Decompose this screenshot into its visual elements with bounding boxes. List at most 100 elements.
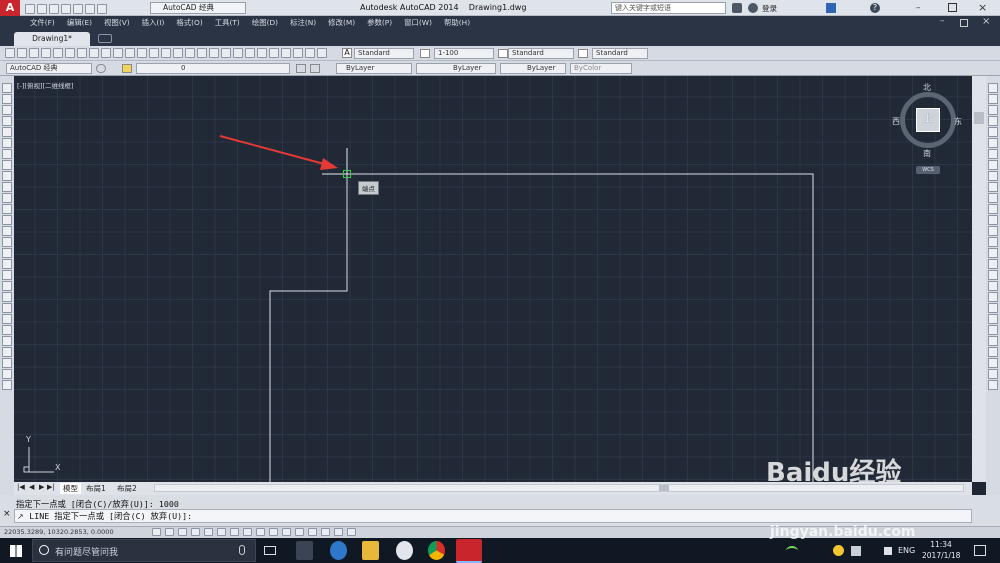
draw-tool-icon[interactable] [2, 270, 12, 280]
maximize-icon[interactable] [948, 3, 957, 12]
draw-tool-icon[interactable] [2, 149, 12, 159]
standard-tool-icon[interactable] [89, 48, 99, 58]
modify-tool-icon[interactable] [988, 248, 998, 258]
draw-tool-icon[interactable] [2, 94, 12, 104]
command-input[interactable]: ↗ LINE 指定下一点或 [闭合(C) 放弃(U)]: [14, 509, 972, 523]
next-layout-icon[interactable]: ▶ [39, 483, 44, 491]
new-icon[interactable] [25, 4, 35, 14]
plotstyle-select[interactable]: ByColor [570, 63, 632, 74]
standard-tool-icon[interactable] [125, 48, 135, 58]
save-as-icon[interactable] [61, 4, 71, 14]
pocket-app-icon[interactable] [396, 541, 413, 560]
tab-layout2[interactable]: 布局2 [117, 483, 137, 494]
multileader-style-select[interactable]: Standard [592, 48, 648, 59]
modify-tool-icon[interactable] [988, 226, 998, 236]
draw-tool-icon[interactable] [2, 182, 12, 192]
standard-tool-icon[interactable] [209, 48, 219, 58]
status-tool-icon[interactable] [165, 528, 174, 536]
minimize-icon[interactable]: – [916, 3, 926, 13]
standard-tool-icon[interactable] [305, 48, 315, 58]
layer-previous-icon[interactable] [310, 64, 320, 73]
standard-tool-icon[interactable] [317, 48, 327, 58]
modify-tool-icon[interactable] [988, 193, 998, 203]
viewcube-top-face[interactable]: 上 [916, 108, 940, 132]
modify-tool-icon[interactable] [988, 83, 998, 93]
draw-tool-icon[interactable] [2, 127, 12, 137]
last-layout-icon[interactable]: ▶| [47, 483, 55, 491]
draw-tool-icon[interactable] [2, 259, 12, 269]
standard-tool-icon[interactable] [5, 48, 15, 58]
draw-tool-icon[interactable] [2, 248, 12, 258]
draw-tool-icon[interactable] [2, 336, 12, 346]
modify-tool-icon[interactable] [988, 182, 998, 192]
status-tool-icon[interactable] [308, 528, 317, 536]
modify-tool-icon[interactable] [988, 347, 998, 357]
user-icon[interactable] [748, 3, 758, 13]
standard-tool-icon[interactable] [53, 48, 63, 58]
draw-tool-icon[interactable] [2, 204, 12, 214]
standard-tool-icon[interactable] [281, 48, 291, 58]
compass-east[interactable]: 东 [954, 116, 962, 127]
menu-item-8[interactable]: 修改(M) [322, 16, 361, 30]
save-icon[interactable] [49, 4, 59, 14]
undo-icon[interactable] [85, 4, 95, 14]
draw-tool-icon[interactable] [2, 160, 12, 170]
tab-layout1[interactable]: 布局1 [86, 483, 106, 494]
hscroll-thumb[interactable] [659, 485, 669, 491]
doc-close-icon[interactable]: × [982, 16, 990, 27]
standard-tool-icon[interactable] [185, 48, 195, 58]
scroll-thumb[interactable] [974, 112, 984, 124]
file-explorer-icon[interactable] [362, 541, 379, 560]
status-tool-icon[interactable] [256, 528, 265, 536]
modify-tool-icon[interactable] [988, 215, 998, 225]
standard-tool-icon[interactable] [101, 48, 111, 58]
standard-tool-icon[interactable] [41, 48, 51, 58]
redo-icon[interactable] [97, 4, 107, 14]
status-tool-icon[interactable] [230, 528, 239, 536]
draw-tool-icon[interactable] [2, 193, 12, 203]
dim-scale-select[interactable]: 1-100 [434, 48, 494, 59]
action-center-icon[interactable] [974, 545, 986, 556]
task-view-icon[interactable] [264, 546, 276, 555]
windows-start-icon[interactable] [10, 545, 22, 557]
standard-tool-icon[interactable] [221, 48, 231, 58]
modify-tool-icon[interactable] [988, 281, 998, 291]
horizontal-scrollbar[interactable] [154, 484, 964, 492]
standard-tool-icon[interactable] [29, 48, 39, 58]
draw-tool-icon[interactable] [2, 314, 12, 324]
menu-item-4[interactable]: 格式(O) [170, 16, 208, 30]
menu-item-10[interactable]: 窗口(W) [398, 16, 438, 30]
standard-tool-icon[interactable] [173, 48, 183, 58]
compass-north[interactable]: 北 [923, 82, 931, 93]
status-tool-icon[interactable] [295, 528, 304, 536]
draw-tool-icon[interactable] [2, 303, 12, 313]
binoculars-icon[interactable] [732, 3, 742, 13]
draw-tool-icon[interactable] [2, 358, 12, 368]
status-tool-icon[interactable] [204, 528, 213, 536]
modify-tool-icon[interactable] [988, 369, 998, 379]
draw-tool-icon[interactable] [2, 226, 12, 236]
menu-item-7[interactable]: 标注(N) [284, 16, 322, 30]
modify-tool-icon[interactable] [988, 160, 998, 170]
polyline-entity[interactable] [269, 173, 814, 482]
mic-icon[interactable] [239, 545, 245, 555]
clock[interactable]: 11:34 2017/1/18 [922, 539, 960, 561]
status-tool-icon[interactable] [347, 528, 356, 536]
workspace-settings-icon[interactable] [96, 64, 106, 73]
draw-tool-icon[interactable] [2, 237, 12, 247]
taskbar-app-icon[interactable] [296, 541, 313, 560]
modify-tool-icon[interactable] [988, 138, 998, 148]
modify-tool-icon[interactable] [988, 270, 998, 280]
menu-item-6[interactable]: 绘图(D) [246, 16, 284, 30]
modify-tool-icon[interactable] [988, 127, 998, 137]
workspace-select[interactable]: AutoCAD 经典 [6, 63, 92, 74]
command-close-icon[interactable]: × [3, 509, 11, 519]
draw-tool-icon[interactable] [2, 325, 12, 335]
workspace-dropdown[interactable]: AutoCAD 经典 [150, 2, 246, 14]
search-input[interactable]: 键入关键字或短语 [611, 2, 726, 14]
doc-restore-icon[interactable] [960, 19, 968, 27]
menu-item-11[interactable]: 帮助(H) [438, 16, 476, 30]
menu-item-5[interactable]: 工具(T) [209, 16, 246, 30]
standard-tool-icon[interactable] [77, 48, 87, 58]
modify-tool-icon[interactable] [988, 380, 998, 390]
